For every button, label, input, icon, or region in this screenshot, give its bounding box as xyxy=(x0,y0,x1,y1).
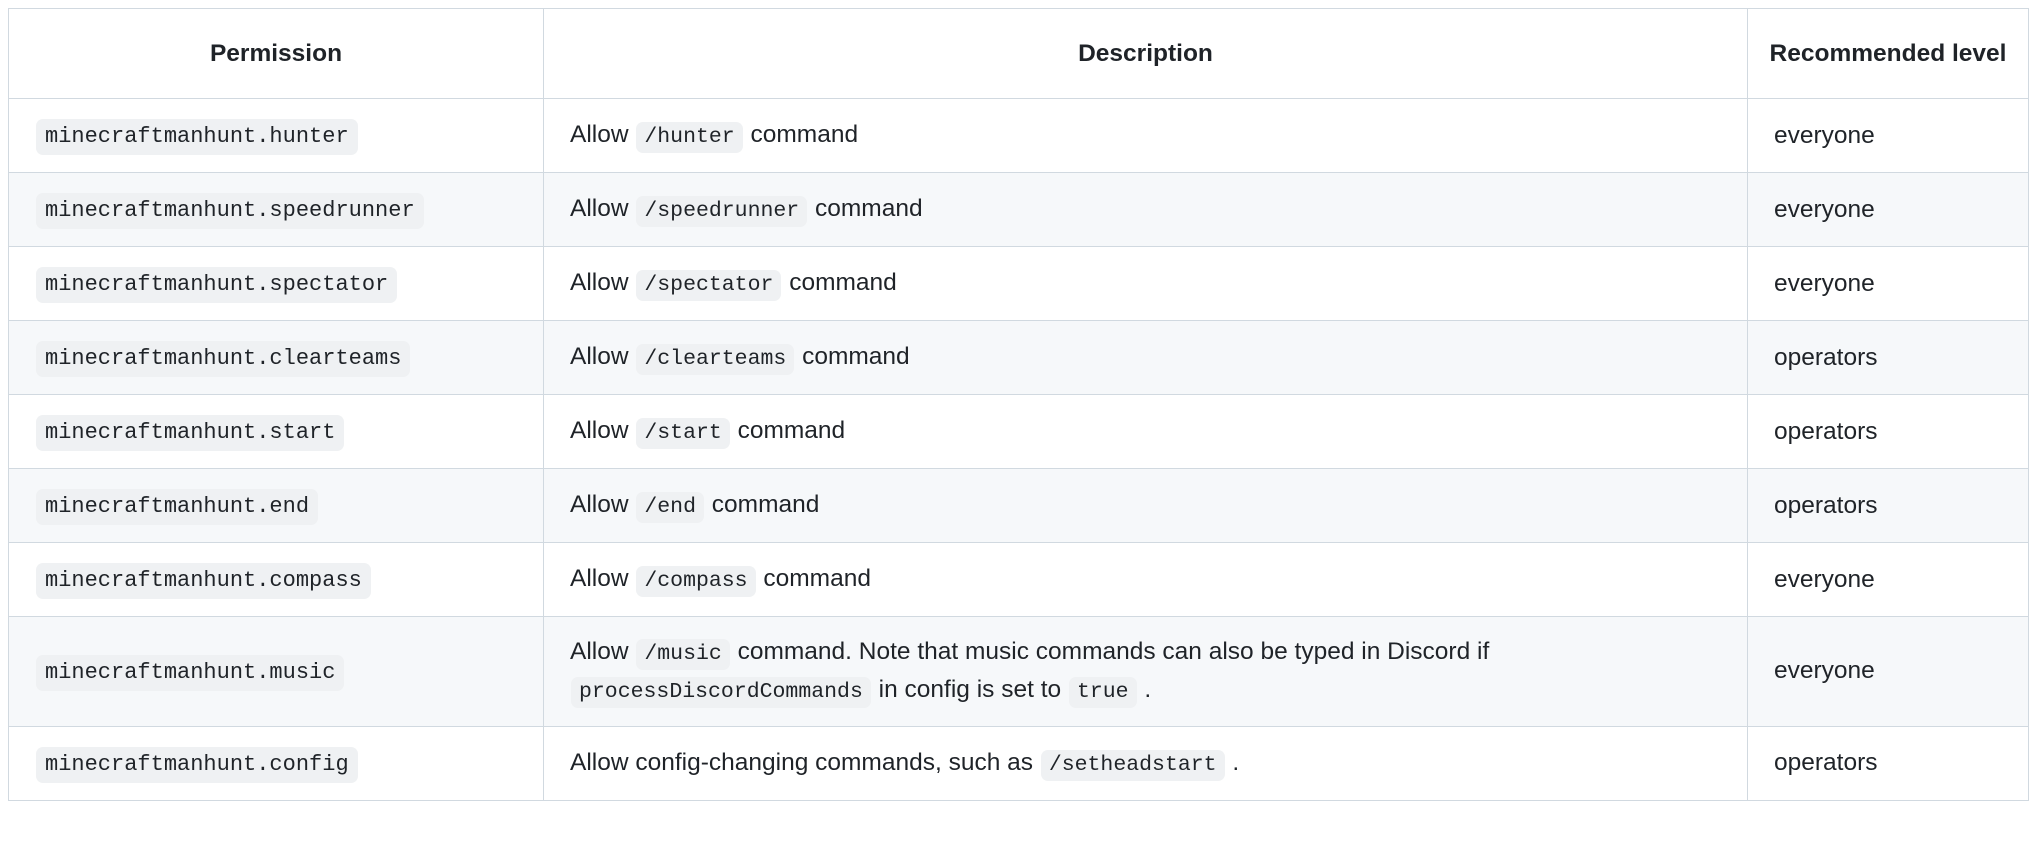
table-row: minecraftmanhunt.compass Allow /compass c… xyxy=(8,542,2029,617)
permission-code: minecraftmanhunt.clearteams xyxy=(36,341,411,378)
description-code: /speedrunner xyxy=(636,196,808,228)
description-text: in config is set to xyxy=(878,676,1062,704)
description-text: command xyxy=(789,269,897,297)
cell-permission: minecraftmanhunt.config xyxy=(8,725,544,801)
recommended-level-value: everyone xyxy=(1774,657,1875,685)
cell-description: Allow /music command. Note that music co… xyxy=(543,616,1748,727)
permission-code: minecraftmanhunt.spectator xyxy=(36,267,398,304)
description-text: Allow config-changing commands, such as xyxy=(570,748,1034,776)
description-code: /start xyxy=(636,418,730,450)
cell-permission: minecraftmanhunt.music xyxy=(8,616,544,727)
table-body: minecraftmanhunt.hunter Allow /hunter com… xyxy=(8,98,2029,801)
description-text: Allow xyxy=(570,638,629,665)
permissions-table: Permission Description Recommended level… xyxy=(8,8,2029,801)
table-row: minecraftmanhunt.config Allow config-chan… xyxy=(8,725,2029,801)
cell-permission: minecraftmanhunt.hunter xyxy=(8,98,544,173)
cell-permission: minecraftmanhunt.clearteams xyxy=(8,320,544,395)
permission-code: minecraftmanhunt.speedrunner xyxy=(36,193,424,230)
recommended-level-value: everyone xyxy=(1774,565,1875,593)
description-text: Allow xyxy=(570,417,629,445)
description-text: . xyxy=(1232,748,1240,776)
cell-permission: minecraftmanhunt.end xyxy=(8,468,544,543)
description-text: Allow xyxy=(570,343,629,371)
permissions-table-container: Permission Description Recommended level… xyxy=(8,8,2029,801)
cell-recommended-level: everyone xyxy=(1747,542,2029,617)
column-header-description-label: Description xyxy=(1078,39,1213,67)
recommended-level-value: everyone xyxy=(1774,195,1875,223)
cell-recommended-level: operators xyxy=(1747,725,2029,801)
description-text: command xyxy=(763,565,871,593)
cell-description: Allow /spectator command xyxy=(543,246,1748,321)
table-row: minecraftmanhunt.hunter Allow /hunter com… xyxy=(8,98,2029,173)
table-row: minecraftmanhunt.clearteams Allow /cleart… xyxy=(8,320,2029,395)
description-text: command. Note that music commands can al… xyxy=(737,638,1490,665)
description-code: true xyxy=(1068,677,1137,709)
cell-recommended-level: operators xyxy=(1747,394,2029,469)
column-header-permission-label: Permission xyxy=(209,39,343,67)
description-code: /clearteams xyxy=(636,344,795,376)
description-text: command xyxy=(802,343,910,371)
column-header-permission: Permission xyxy=(8,8,544,99)
description-code: /spectator xyxy=(636,270,782,302)
description-text: command xyxy=(750,121,859,149)
cell-description: Allow /hunter command xyxy=(543,98,1748,173)
cell-recommended-level: everyone xyxy=(1747,172,2029,247)
description-code: /compass xyxy=(636,566,756,598)
cell-description: Allow /compass command xyxy=(543,542,1748,617)
permission-code: minecraftmanhunt.music xyxy=(36,655,345,692)
description-text: Allow xyxy=(570,121,629,149)
column-header-description: Description xyxy=(543,8,1748,99)
table-row: minecraftmanhunt.end Allow /end command o… xyxy=(8,468,2029,543)
permission-code: minecraftmanhunt.hunter xyxy=(36,119,358,156)
cell-permission: minecraftmanhunt.spectator xyxy=(8,246,544,321)
cell-recommended-level: everyone xyxy=(1747,616,2029,727)
recommended-level-value: operators xyxy=(1774,491,1878,519)
permission-code: minecraftmanhunt.compass xyxy=(36,563,371,600)
cell-description: Allow /end command xyxy=(543,468,1748,543)
cell-description: Allow /clearteams command xyxy=(543,320,1748,395)
table-row: minecraftmanhunt.speedrunner Allow /speed… xyxy=(8,172,2029,247)
description-code: /end xyxy=(636,492,704,524)
cell-description: Allow config-changing commands, such as … xyxy=(543,725,1748,801)
description-text: command xyxy=(711,491,820,519)
cell-recommended-level: everyone xyxy=(1747,246,2029,321)
table-header: Permission Description Recommended level xyxy=(8,8,2029,99)
description-text: Allow xyxy=(570,565,629,593)
cell-recommended-level: operators xyxy=(1747,320,2029,395)
table-row: minecraftmanhunt.spectator Allow /spectat… xyxy=(8,246,2029,321)
description-code: /hunter xyxy=(636,122,743,154)
permission-code: minecraftmanhunt.start xyxy=(36,415,345,452)
cell-recommended-level: everyone xyxy=(1747,98,2029,173)
recommended-level-value: everyone xyxy=(1774,121,1875,149)
cell-permission: minecraftmanhunt.start xyxy=(8,394,544,469)
table-row: minecraftmanhunt.start Allow /start comma… xyxy=(8,394,2029,469)
description-text: command xyxy=(815,195,923,223)
description-text: command xyxy=(737,417,846,445)
recommended-level-value: operators xyxy=(1774,417,1878,445)
table-header-row: Permission Description Recommended level xyxy=(8,8,2029,99)
description-text: Allow xyxy=(570,269,629,297)
description-text: Allow xyxy=(570,195,629,223)
recommended-level-value: everyone xyxy=(1774,269,1875,297)
description-code: /setheadstart xyxy=(1040,749,1225,781)
recommended-level-value: operators xyxy=(1774,343,1878,371)
permission-code: minecraftmanhunt.config xyxy=(36,747,358,784)
cell-description: Allow /speedrunner command xyxy=(543,172,1748,247)
description-text: Allow xyxy=(570,491,629,519)
permission-code: minecraftmanhunt.end xyxy=(36,489,319,526)
cell-permission: minecraftmanhunt.speedrunner xyxy=(8,172,544,247)
table-row: minecraftmanhunt.music Allow /music comma… xyxy=(8,616,2029,727)
cell-description: Allow /start command xyxy=(543,394,1748,469)
cell-recommended-level: operators xyxy=(1747,468,2029,543)
column-header-recommended-level-label: Recommended level xyxy=(1769,39,2007,67)
description-code: /music xyxy=(636,639,730,670)
cell-permission: minecraftmanhunt.compass xyxy=(8,542,544,617)
column-header-recommended-level: Recommended level xyxy=(1747,8,2029,99)
description-code: processDiscordCommands xyxy=(571,677,871,709)
recommended-level-value: operators xyxy=(1774,749,1878,777)
description-text: . xyxy=(1144,676,1152,704)
